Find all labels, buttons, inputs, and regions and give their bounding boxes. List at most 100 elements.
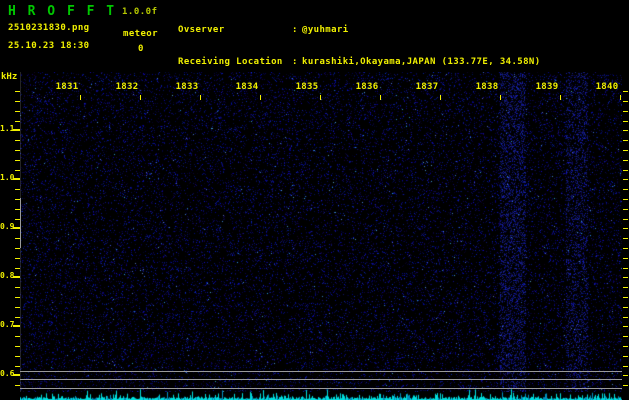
y-minor-tick-right	[623, 199, 628, 200]
reference-line-upper	[20, 371, 622, 372]
y-minor-tick-left	[15, 238, 20, 239]
x-tick-label-1836: 1836	[355, 82, 379, 92]
y-minor-tick-right	[623, 179, 628, 180]
y-minor-tick-left	[15, 385, 20, 386]
y-minor-tick-left	[15, 111, 20, 112]
y-minor-tick-left	[15, 121, 20, 122]
x-tick	[560, 95, 561, 100]
x-tick-label-1831: 1831	[55, 82, 79, 92]
y-minor-tick-left	[15, 297, 20, 298]
y-minor-tick-left	[15, 150, 20, 151]
y-minor-tick-right	[623, 140, 628, 141]
y-tick-label-1.0: 1.0	[0, 173, 15, 182]
y-minor-tick-right	[623, 297, 628, 298]
x-tick-label-1832: 1832	[115, 82, 139, 92]
y-minor-tick-right	[623, 248, 628, 249]
info-row-observer: Ovserver : @yuhmari	[178, 24, 541, 36]
x-tick	[200, 95, 201, 100]
y-minor-tick-right	[623, 111, 628, 112]
x-tick	[260, 95, 261, 100]
y-minor-tick-right	[623, 130, 628, 131]
y-minor-tick-left	[15, 317, 20, 318]
y-minor-tick-right	[623, 170, 628, 171]
x-tick	[380, 95, 381, 100]
y-minor-tick-right	[623, 307, 628, 308]
y-minor-tick-left	[15, 258, 20, 259]
x-tick-label-1835: 1835	[295, 82, 319, 92]
signal-level-meter	[20, 388, 622, 400]
y-tick-label-1.1: 1.1	[0, 124, 15, 133]
y-minor-tick-right	[623, 336, 628, 337]
x-tick	[80, 95, 81, 100]
left-spine-bright-segment	[20, 198, 21, 248]
y-minor-tick-right	[623, 219, 628, 220]
info-separator: :	[292, 57, 298, 68]
y-major-tick	[13, 325, 20, 327]
y-minor-tick-left	[15, 248, 20, 249]
info-separator: :	[292, 25, 298, 35]
app-title: H R O F F T	[8, 4, 117, 19]
info-value: kurashiki,Okayama,JAPAN (133.77E, 34.58N…	[302, 57, 541, 68]
y-minor-tick-left	[15, 219, 20, 220]
y-minor-tick-right	[623, 228, 628, 229]
app-version: 1.0.0f	[122, 7, 158, 17]
meteor-counter-label: meteor	[123, 29, 158, 39]
y-minor-tick-left	[15, 160, 20, 161]
x-tick-label-1833: 1833	[175, 82, 199, 92]
y-tick-label-0.7: 0.7	[0, 320, 15, 329]
y-major-tick	[13, 374, 20, 376]
y-minor-tick-right	[623, 375, 628, 376]
x-tick	[500, 95, 501, 100]
y-minor-tick-left	[15, 209, 20, 210]
x-tick	[620, 95, 621, 100]
y-tick-label-0.9: 0.9	[0, 222, 15, 231]
observation-datetime: 25.10.23 18:30	[8, 41, 90, 51]
y-minor-tick-right	[623, 238, 628, 239]
y-tick-label-0.8: 0.8	[0, 271, 15, 280]
y-minor-tick-right	[623, 356, 628, 357]
y-minor-tick-left	[15, 287, 20, 288]
y-major-tick	[13, 276, 20, 278]
y-minor-tick-right	[623, 121, 628, 122]
y-minor-tick-right	[623, 150, 628, 151]
y-minor-tick-right	[623, 268, 628, 269]
output-filename: 2510231830.png	[8, 23, 90, 33]
y-minor-tick-right	[623, 277, 628, 278]
x-tick-label-1839: 1839	[535, 82, 559, 92]
meteor-counter-value: 0	[138, 44, 144, 54]
y-minor-tick-left	[15, 101, 20, 102]
spectrogram-noise-area	[20, 72, 622, 392]
y-minor-tick-right	[623, 366, 628, 367]
y-minor-tick-left	[15, 199, 20, 200]
x-tick	[320, 95, 321, 100]
y-major-tick	[13, 227, 20, 229]
y-minor-tick-right	[623, 385, 628, 386]
y-minor-tick-right	[623, 160, 628, 161]
info-row-location: Receiving Location : kurashiki,Okayama,J…	[178, 56, 541, 68]
y-minor-tick-right	[623, 326, 628, 327]
x-tick-label-1838: 1838	[475, 82, 499, 92]
x-tick	[440, 95, 441, 100]
y-minor-tick-left	[15, 356, 20, 357]
y-major-tick	[13, 178, 20, 180]
hrofft-window: H R O F F T 1.0.0f 2510231830.png meteor…	[0, 0, 629, 400]
x-tick-label-1840: 1840	[595, 82, 619, 92]
y-minor-tick-left	[15, 170, 20, 171]
x-tick	[140, 95, 141, 100]
x-tick-label-1837: 1837	[415, 82, 439, 92]
info-value: @yuhmari	[302, 25, 349, 35]
y-minor-tick-left	[15, 346, 20, 347]
y-minor-tick-right	[623, 189, 628, 190]
y-minor-tick-right	[623, 209, 628, 210]
y-minor-tick-right	[623, 317, 628, 318]
y-minor-tick-right	[623, 258, 628, 259]
reference-line-middle	[20, 379, 622, 380]
info-label: Ovserver	[178, 25, 225, 35]
y-minor-tick-right	[623, 91, 628, 92]
y-minor-tick-left	[15, 140, 20, 141]
y-minor-tick-right	[623, 287, 628, 288]
y-tick-label-0.6: 0.6	[0, 369, 15, 378]
y-minor-tick-right	[623, 346, 628, 347]
y-axis-unit-label: kHz	[1, 72, 18, 82]
y-minor-tick-left	[15, 268, 20, 269]
